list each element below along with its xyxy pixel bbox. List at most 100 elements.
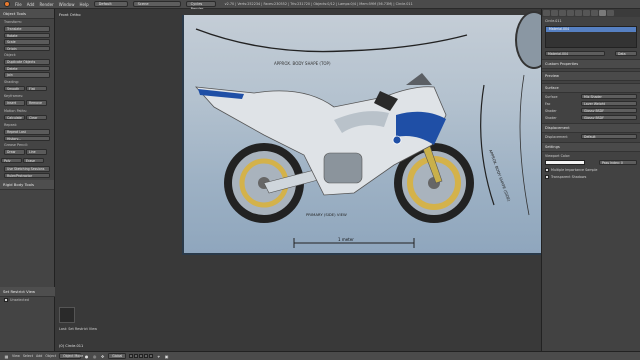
insert-keyframe-button[interactable]: Insert [4,100,25,106]
layer-buttons[interactable] [129,354,154,358]
layer-button[interactable] [134,354,139,358]
side-shape-curve-2 [519,74,530,216]
shader2-select[interactable]: Glossy BSDF [581,114,637,121]
shader1-label: Shader [545,108,557,113]
top-shape-label: APPROX. BODY SHAPE (TOP) [274,61,331,66]
color-pass-row: Pass Index: 0 [542,159,640,166]
material-slot[interactable]: Material.004 [546,27,636,32]
tab-object[interactable] [567,10,574,16]
fac-row: Fac Layer Weight [542,100,640,107]
repeat-last-button[interactable]: Repeat Last [4,129,50,135]
material-slot-list[interactable]: Material.004 [545,26,637,48]
gp-erase-button[interactable]: Erase [23,157,44,163]
transform-orientation-select[interactable]: Global [108,353,127,359]
menu-render[interactable]: Render [39,2,53,7]
tab-data[interactable] [591,10,598,16]
active-object-label: (0) Circle.011 [59,344,84,348]
fac-input-select[interactable]: Layer Weight [581,100,637,107]
layer-button[interactable] [149,354,154,358]
meter-scale-label: 1 meter [338,237,354,242]
transparent-shadows-label: Transparent Shadows [551,174,587,179]
render-engine-select[interactable]: Cycles Render [185,1,216,11]
surface-panel[interactable]: Surface [542,83,640,93]
manipulator-icon[interactable]: ✥ [100,354,105,359]
viewport-color-swatch[interactable] [545,160,585,165]
mis-checkbox[interactable] [545,167,549,172]
editor-type-icon[interactable]: ▦ [4,354,9,359]
flat-button[interactable]: Flat [26,85,47,91]
side-shape-curve [480,84,495,206]
shader1-row: Shader Glossy BSDF [542,107,640,114]
render-preview-icon[interactable]: ▣ [164,354,169,359]
windscreen [406,73,432,85]
gp-draw-button[interactable]: Draw [4,149,25,155]
3d-view-header: ▦ View Select Add Object Object Mode ● ◎… [0,351,640,360]
select-menu[interactable]: Select [23,354,33,358]
settings-panel[interactable]: Settings [542,142,640,152]
tab-modifiers[interactable] [583,10,590,16]
gp-poly-button[interactable]: Poly [1,157,22,163]
smooth-button[interactable]: Smooth [4,85,25,91]
unselected-checkbox[interactable] [4,298,8,302]
layer-button[interactable] [144,354,149,358]
object-group-label: Object: [4,53,17,57]
transform-group-label: Transform: [4,20,23,24]
shading-mode-icon[interactable]: ● [84,354,89,359]
custom-properties-panel[interactable]: Custom Properties [542,59,640,69]
tab-render[interactable] [543,10,550,16]
history-button[interactable]: History... [4,135,50,141]
gp-line-button[interactable]: Line [26,149,47,155]
menu-file[interactable]: File [15,2,22,7]
add-menu[interactable]: Add [36,354,42,358]
transparent-shadows-checkbox[interactable] [545,174,549,179]
ruler-protractor-button[interactable]: Ruler/Protractor [4,172,50,178]
object-tools-header[interactable]: Object Tools [0,9,54,19]
menu-window[interactable]: Window [59,2,75,7]
view-menu[interactable]: View [12,354,20,358]
delete-button[interactable]: Delete [4,65,50,71]
displacement-panel[interactable]: Displacement [542,123,640,133]
calculate-paths-button[interactable]: Calculate [4,114,25,120]
mode-select[interactable]: Object Mode [59,353,83,359]
layer-button[interactable] [139,354,144,358]
blender-logo-icon[interactable] [4,1,10,7]
menu-add[interactable]: Add [27,2,35,7]
badge-logo [392,135,402,145]
operator-panel-header[interactable]: Set Restrict View [0,287,55,297]
top-shape-curve [195,28,468,53]
scale-button[interactable]: Scale [4,39,50,45]
blueprint-background-image: APPROX. BODY SHAPE (TOP) PRIMARY (SIDE) … [182,15,541,255]
menu-help[interactable]: Help [79,2,88,7]
material-datablock-field[interactable]: Material.004 [545,50,605,57]
tab-material[interactable] [599,10,606,16]
shading-group-label: Shading: [4,79,19,84]
translate-button[interactable]: Translate [4,26,50,32]
join-button[interactable]: Join [4,72,50,78]
3d-viewport[interactable]: Front Ortho APPROX. BODY SHAPE (TOP) PRI… [55,9,541,351]
surface-shader-select[interactable]: Mix Shader [581,93,637,100]
tab-constraints[interactable] [575,10,582,16]
rotate-button[interactable]: Rotate [4,32,50,38]
pivot-point-icon[interactable]: ◎ [92,354,97,359]
clear-paths-button[interactable]: Clear [26,114,47,120]
layer-button[interactable] [129,354,134,358]
tab-world[interactable] [559,10,566,16]
scene-select[interactable]: Scene [132,1,181,7]
screen-layout-select[interactable]: Default [93,1,128,7]
remove-keyframe-button[interactable]: Remove [26,100,47,106]
unselected-option[interactable]: Unselected [0,297,55,303]
tab-scene[interactable] [551,10,558,16]
origin-button[interactable]: Origin [4,45,50,51]
shader1-select[interactable]: Glossy BSDF [581,107,637,114]
pass-index-field[interactable]: Pass Index: 0 [599,159,637,166]
duplicate-objects-button[interactable]: Duplicate Objects [4,59,50,65]
object-menu[interactable]: Object [45,354,56,358]
shader2-row: Shader Glossy BSDF [542,114,640,121]
use-sketching-sessions-toggle[interactable]: Use Sketching Sessions [4,166,50,172]
displacement-select[interactable]: Default [581,133,637,140]
rigid-body-tools-header[interactable]: Rigid Body Tools [0,180,54,190]
material-link-select[interactable]: Data [615,50,637,57]
snap-icon[interactable]: ⌖ [156,354,161,359]
preview-panel[interactable]: Preview [542,71,640,81]
tab-texture[interactable] [607,10,614,16]
